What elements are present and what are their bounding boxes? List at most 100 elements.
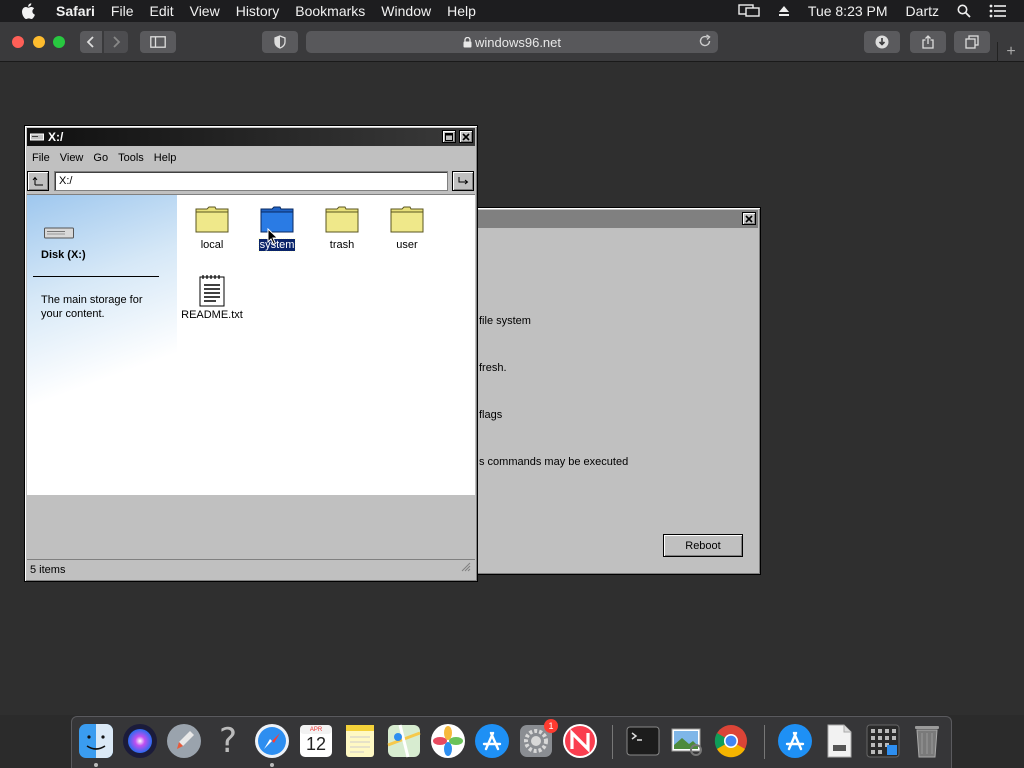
lock-icon	[463, 36, 472, 48]
notes-icon[interactable]	[341, 722, 379, 760]
dock-separator	[764, 725, 765, 759]
drive-icon	[30, 133, 44, 141]
news-icon[interactable]	[561, 722, 599, 760]
file-explorer-window: X:/ File View Go Tools Help X:/ Disk (X:…	[24, 125, 478, 582]
folder-icon	[180, 205, 244, 237]
url-text: windows96.net	[475, 34, 561, 50]
launchpad-icon[interactable]	[165, 722, 203, 760]
item-label: local	[200, 239, 224, 251]
safari-icon[interactable]	[253, 722, 291, 760]
terminal-icon[interactable]	[624, 722, 662, 760]
folder-local[interactable]: local	[180, 205, 244, 251]
item-label: trash	[329, 239, 355, 251]
reload-icon[interactable]	[698, 34, 712, 51]
menu-view[interactable]: View	[182, 3, 228, 19]
web-content: file system fresh. flags s commands may …	[0, 62, 1024, 715]
details-sidepanel: Disk (X:) The main storage for your cont…	[27, 195, 177, 495]
item-label: user	[396, 239, 418, 251]
dock-separator	[612, 725, 613, 759]
file-pane: Disk (X:) The main storage for your cont…	[27, 194, 475, 495]
menu-window[interactable]: Window	[373, 3, 439, 19]
new-tab-button[interactable]: +	[997, 42, 1024, 62]
close-window-button[interactable]	[12, 36, 24, 48]
resize-grip-icon[interactable]	[461, 562, 471, 575]
explorer-menu-bar: File View Go Tools Help	[27, 149, 475, 167]
dialog-line-2: fresh.	[479, 362, 507, 374]
up-folder-button[interactable]	[27, 171, 49, 191]
address-row: X:/	[27, 170, 475, 192]
notification-badge: 1	[544, 719, 558, 733]
browser-toolbar: windows96.net +	[0, 22, 1024, 62]
back-button[interactable]	[80, 31, 102, 53]
dialog-line-1: file system	[479, 315, 531, 327]
dialog-close-button[interactable]	[742, 212, 756, 225]
running-indicator	[270, 763, 274, 767]
app-store-icon[interactable]	[473, 722, 511, 760]
disk-icon	[44, 226, 74, 244]
mouse-cursor-icon	[267, 227, 279, 251]
go-button[interactable]	[452, 171, 474, 191]
sidepanel-divider	[33, 276, 159, 277]
explorer-menu-tools[interactable]: Tools	[113, 152, 149, 164]
explorer-menu-view[interactable]: View	[55, 152, 89, 164]
privacy-shield-button[interactable]	[262, 31, 298, 53]
sidebar-toggle-button[interactable]	[140, 31, 176, 53]
forward-button[interactable]	[104, 31, 128, 53]
explorer-menu-help[interactable]: Help	[149, 152, 182, 164]
folder-trash[interactable]: trash	[310, 205, 374, 251]
menu-help[interactable]: Help	[439, 3, 484, 19]
eject-icon[interactable]	[769, 5, 799, 17]
maps-icon[interactable]	[385, 722, 423, 760]
address-input[interactable]: X:/	[54, 171, 448, 191]
calendar-month: APR	[309, 727, 323, 733]
running-indicator	[94, 763, 98, 767]
explorer-titlebar[interactable]: X:/	[27, 128, 475, 146]
explorer-menu-go[interactable]: Go	[88, 152, 113, 164]
share-button[interactable]	[910, 31, 946, 53]
zoom-window-button[interactable]	[53, 36, 65, 48]
url-bar[interactable]: windows96.net	[306, 31, 718, 53]
apple-icon[interactable]	[18, 3, 38, 19]
close-button[interactable]	[459, 130, 473, 143]
downloads-button[interactable]	[864, 31, 900, 53]
dialog-line-3: flags	[479, 409, 503, 421]
trash-icon[interactable]	[908, 722, 946, 760]
preview-icon[interactable]	[668, 722, 706, 760]
minimize-window-button[interactable]	[33, 36, 45, 48]
menu-bookmarks[interactable]: Bookmarks	[287, 3, 373, 19]
file-readme[interactable]: README.txt	[180, 275, 244, 321]
sidepanel-title: Disk (X:)	[41, 249, 86, 261]
menu-user[interactable]: Dartz	[897, 3, 948, 19]
menu-clock[interactable]: Tue 8:23 PM	[799, 3, 897, 19]
menu-file[interactable]: File	[103, 3, 142, 19]
menu-bar: Safari File Edit View History Bookmarks …	[0, 0, 1024, 22]
folder-user[interactable]: user	[375, 205, 439, 251]
item-label: README.txt	[181, 309, 243, 321]
calendar-day: 12	[305, 734, 327, 754]
explorer-menu-file[interactable]: File	[27, 152, 55, 164]
chrome-icon[interactable]	[712, 722, 750, 760]
app-store-alt-icon[interactable]	[776, 722, 814, 760]
folder-icon	[375, 205, 439, 237]
maximize-button[interactable]	[442, 130, 456, 143]
display-mirroring-icon[interactable]	[729, 4, 769, 18]
menu-app-name[interactable]: Safari	[48, 3, 103, 19]
dock: ? APR 12 1	[71, 716, 952, 768]
help-icon[interactable]: ?	[209, 721, 247, 761]
tab-overview-button[interactable]	[954, 31, 990, 53]
photos-icon[interactable]	[429, 722, 467, 760]
sidepanel-description: The main storage for your content.	[41, 294, 143, 320]
siri-icon[interactable]	[121, 722, 159, 760]
menu-history[interactable]: History	[228, 3, 288, 19]
menu-edit[interactable]: Edit	[141, 3, 181, 19]
item-count: 5 items	[30, 563, 66, 576]
finder-icon[interactable]	[77, 722, 115, 760]
reboot-button[interactable]: Reboot	[663, 534, 743, 557]
notification-center-icon[interactable]	[980, 4, 1016, 18]
grid-folder-icon[interactable]	[864, 722, 902, 760]
calendar-icon[interactable]: APR 12	[297, 722, 335, 760]
spotlight-search-icon[interactable]	[948, 4, 980, 18]
explorer-title: X:/	[48, 130, 64, 144]
system-preferences-icon[interactable]: 1	[517, 719, 558, 760]
document-icon[interactable]	[820, 722, 858, 760]
